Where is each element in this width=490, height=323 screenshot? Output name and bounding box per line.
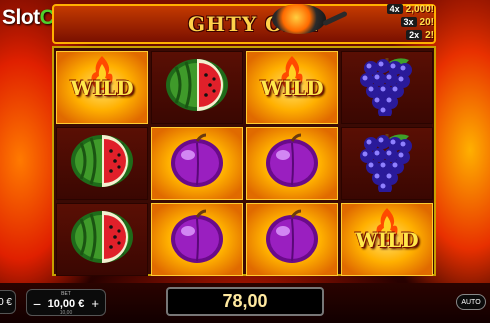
reel-cell-wild: WILD [246, 51, 338, 124]
bet-control: − BET 10,00 € 10,00 + [26, 289, 106, 316]
reel-cell-watermelon [56, 203, 148, 276]
wild-symbol: WILD [57, 52, 147, 123]
paytable-row: 4x 2,000! [352, 3, 434, 15]
wild-label: WILD [70, 75, 134, 100]
wild-symbol: WILD [342, 204, 432, 275]
watermelon-icon [69, 133, 135, 194]
paytable: 4x 2,000! 3x 20! 2x 2! [352, 3, 434, 42]
watermelon-icon [164, 57, 230, 118]
watermelon-icon [69, 209, 135, 270]
grapes-icon [359, 130, 415, 197]
reel-cell-watermelon [151, 51, 243, 124]
bet-increase-button[interactable]: + [91, 296, 99, 311]
balance-display: 0 € [0, 290, 16, 314]
reel-cell-watermelon [56, 127, 148, 200]
reel-cell-plum [246, 203, 338, 276]
reel-grid: WILD WILD WILD [52, 46, 436, 276]
reel-cell-plum [151, 127, 243, 200]
reel-cell-wild: WILD [341, 203, 433, 276]
reel-cell-grapes [341, 51, 433, 124]
plum-icon [168, 209, 226, 270]
win-amount-display: 78,00 [166, 287, 324, 316]
wild-symbol: WILD [247, 52, 337, 123]
wild-label: WILD [355, 227, 419, 252]
auto-play-button[interactable]: AUTO [456, 294, 486, 310]
reel-cell-wild: WILD [56, 51, 148, 124]
grapes-icon [359, 54, 415, 121]
plum-icon [263, 133, 321, 194]
frying-pan-icon [272, 4, 326, 34]
reel-cell-plum [246, 127, 338, 200]
plum-icon [263, 209, 321, 270]
plum-icon [168, 133, 226, 194]
reel-cell-plum [151, 203, 243, 276]
reel-cell-grapes [341, 127, 433, 200]
paytable-row: 3x 20! [352, 16, 434, 28]
wild-label: WILD [260, 75, 324, 100]
paytable-row: 2x 2! [352, 29, 434, 41]
